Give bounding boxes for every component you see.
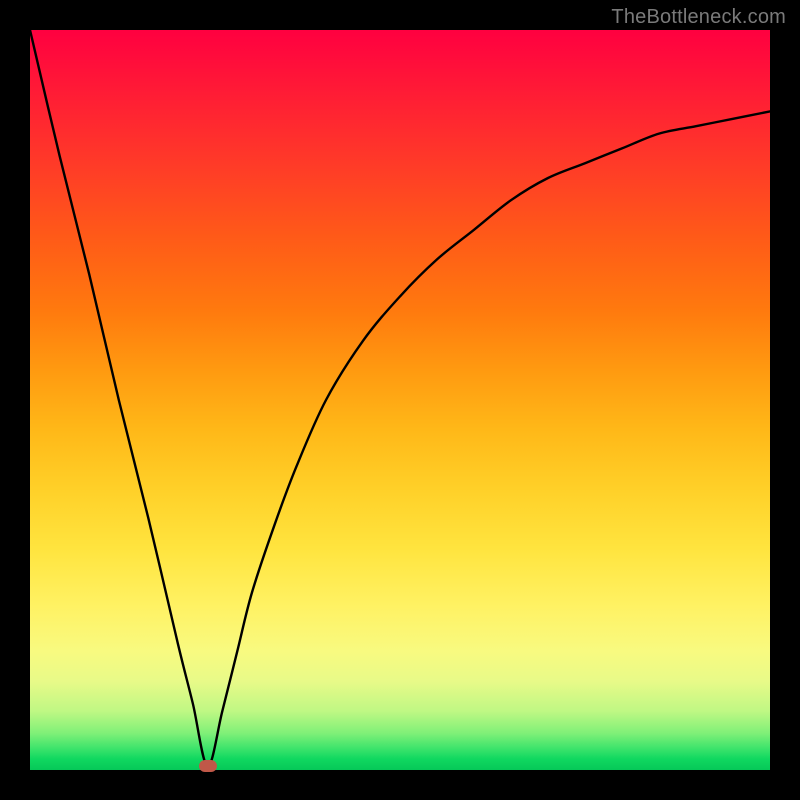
- chart-frame: TheBottleneck.com: [0, 0, 800, 800]
- attribution-label: TheBottleneck.com: [611, 6, 786, 29]
- minimum-marker: [199, 760, 217, 772]
- bottleneck-curve: [30, 30, 770, 766]
- curve-svg: [30, 30, 770, 770]
- plot-area: [30, 30, 770, 770]
